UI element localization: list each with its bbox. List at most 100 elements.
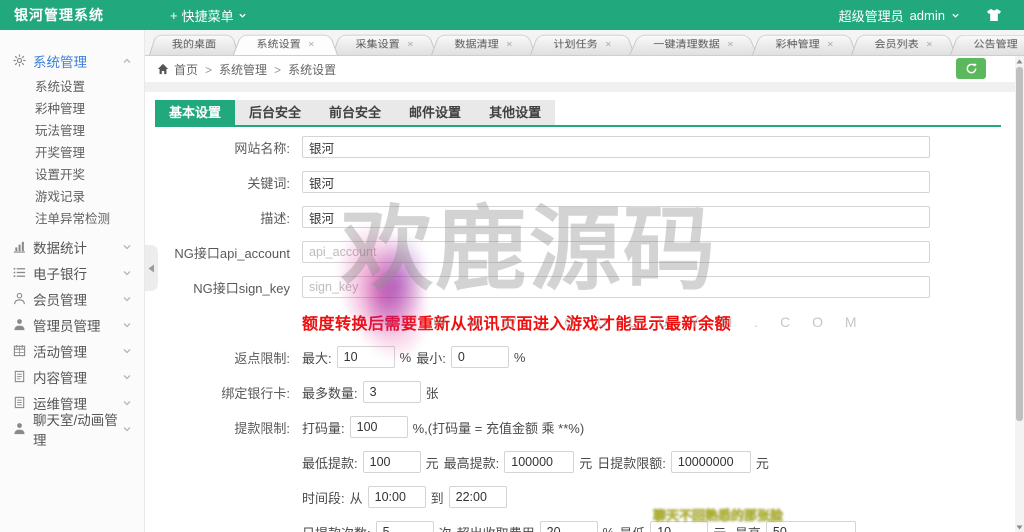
chevron-down-icon [122, 346, 132, 356]
sidebar-group-数据统计[interactable]: 数据统计 [0, 234, 144, 260]
vertical-scrollbar[interactable] [1015, 56, 1024, 532]
document-icon [13, 370, 27, 384]
tab-text: 系统设置 [256, 38, 301, 50]
breadcrumb-item-系统设置[interactable]: 系统设置 [288, 63, 336, 77]
sidebar-item-彩种管理[interactable]: 彩种管理 [0, 98, 144, 120]
chat-user-icon [13, 422, 27, 436]
theme-shirt-icon[interactable] [986, 8, 1002, 22]
field-controls [302, 206, 930, 228]
excess-fee-input[interactable] [539, 521, 598, 532]
subtab-前台安全[interactable]: 前台安全 [315, 100, 396, 125]
tab-text: 采集设置 [355, 38, 400, 50]
inline-label: 最大: [302, 350, 332, 366]
field-controls [302, 136, 930, 158]
chevron-down-icon [238, 13, 246, 18]
form-row: 提款限制: 打码量: %,(打码量 = 充值金额 乘 **%) [155, 416, 1015, 438]
fee-max-input[interactable] [765, 521, 856, 532]
refresh-button[interactable] [956, 58, 986, 79]
sidebar-group-聊天室/动画管理[interactable]: 聊天室/动画管理 [0, 413, 144, 448]
scrollbar-thumb[interactable] [1016, 67, 1023, 421]
tab-采集设置[interactable]: 采集设置 × [332, 34, 438, 55]
tab-一键清理数据[interactable]: 一键清理数据 × [629, 34, 759, 55]
api-account-input[interactable] [302, 241, 930, 263]
tab-close-icon[interactable]: × [827, 38, 834, 50]
form-row: 绑定银行卡: 最多数量: 张 [155, 381, 1015, 403]
keywords-input[interactable] [302, 171, 930, 193]
inline-label: % [602, 524, 615, 532]
tab-系统设置[interactable]: 系统设置 × [233, 34, 339, 55]
subtab-其他设置[interactable]: 其他设置 [475, 100, 556, 125]
fee-min-input[interactable] [650, 521, 709, 532]
sidebar-group-label: 内容管理 [33, 371, 87, 386]
inline-label: 最低提款: [302, 455, 358, 471]
tab-close-icon[interactable]: × [926, 38, 933, 50]
sidebar-collapse-handle[interactable] [145, 245, 158, 291]
user-menu[interactable]: 超级管理员 admin [839, 6, 960, 25]
sign-key-input[interactable] [302, 276, 930, 298]
subtab-邮件设置[interactable]: 邮件设置 [395, 100, 476, 125]
sidebar-group-会员管理[interactable]: 会员管理 [0, 286, 144, 312]
sidebar-group-活动管理[interactable]: 活动管理 [0, 338, 144, 364]
sidebar-item-系统设置[interactable]: 系统设置 [0, 76, 144, 98]
sidebar-group-电子银行[interactable]: 电子银行 [0, 260, 144, 286]
bank-card-max-input[interactable] [362, 381, 421, 403]
sidebar-group-内容管理[interactable]: 内容管理 [0, 364, 144, 390]
tab-close-icon[interactable]: × [407, 38, 414, 50]
tab-label: 计划任务 × [553, 35, 611, 53]
rebate-min-input[interactable] [450, 346, 509, 368]
plus-icon: + [170, 7, 178, 23]
daily-withdraw-limit-input[interactable] [670, 451, 751, 473]
sidebar-group-管理员管理[interactable]: 管理员管理 [0, 312, 144, 338]
scroll-down-icon[interactable] [1015, 522, 1024, 532]
max-withdraw-input[interactable] [504, 451, 575, 473]
tab-我的桌面[interactable]: 我的桌面 [149, 34, 240, 55]
tab-计划任务[interactable]: 计划任务 × [530, 34, 636, 55]
subtab-后台安全[interactable]: 后台安全 [235, 100, 316, 125]
field-label: 网站名称: [234, 140, 290, 156]
sidebar-submenu: 系统设置 彩种管理 玩法管理 开奖管理 设置开奖 游戏记录 注单异常检测 [0, 74, 144, 234]
scroll-up-icon[interactable] [1015, 56, 1024, 66]
daily-withdraw-times-input[interactable] [375, 521, 434, 532]
tab-close-icon[interactable]: × [506, 38, 513, 50]
breadcrumb-item-首页[interactable]: 首页 [174, 63, 198, 77]
inline-label: 超出收取费用 [457, 523, 535, 532]
sidebar-group-label: 会员管理 [33, 293, 87, 308]
sidebar-item-设置开奖[interactable]: 设置开奖 [0, 164, 144, 186]
inline-label: 元, [713, 523, 730, 532]
tab-会员列表[interactable]: 会员列表 × [851, 34, 957, 55]
inline-label: 元 [425, 455, 439, 471]
rebate-max-input[interactable] [336, 346, 395, 368]
tab-text: 彩种管理 [775, 38, 820, 50]
form-row: 最低提款:元最高提款:元日提款限额:元 [155, 451, 1015, 473]
list-icon [13, 266, 27, 280]
tab-close-icon[interactable]: × [605, 38, 612, 50]
tab-数据清理[interactable]: 数据清理 × [431, 34, 537, 55]
bet-volume-input[interactable] [349, 416, 408, 438]
sidebar-item-游戏记录[interactable]: 游戏记录 [0, 186, 144, 208]
chart-icon [13, 240, 27, 254]
inline-label: % [399, 349, 412, 365]
home-icon [157, 63, 169, 75]
tab-close-icon[interactable]: × [308, 38, 315, 50]
sidebar-item-注单异常检测[interactable]: 注单异常检测 [0, 208, 144, 230]
subtab-基本设置[interactable]: 基本设置 [155, 100, 236, 125]
field-controls: 最大:%最小:% [302, 346, 525, 368]
quick-menu-button[interactable]: + 快捷菜单 [170, 6, 247, 25]
sidebar-group-系统管理[interactable]: 系统管理 [0, 48, 144, 74]
inline-label: 最小: [416, 350, 446, 366]
tab-text: 会员列表 [874, 38, 919, 50]
tab-公告管理[interactable]: 公告管理× [950, 34, 1024, 55]
tab-label: 公告管理× [974, 35, 1024, 53]
tab-text: 计划任务 [553, 38, 598, 50]
breadcrumb-item-系统管理[interactable]: 系统管理 [219, 63, 267, 77]
site-name-input[interactable] [302, 136, 930, 158]
sidebar-item-开奖管理[interactable]: 开奖管理 [0, 142, 144, 164]
min-withdraw-input[interactable] [362, 451, 421, 473]
tab-彩种管理[interactable]: 彩种管理 × [752, 34, 858, 55]
time-to-input[interactable] [448, 486, 507, 508]
tab-close-icon[interactable]: × [727, 38, 734, 50]
time-from-input[interactable] [367, 486, 426, 508]
sidebar-item-玩法管理[interactable]: 玩法管理 [0, 120, 144, 142]
breadcrumb-separator: > [274, 62, 282, 77]
description-input[interactable] [302, 206, 930, 228]
